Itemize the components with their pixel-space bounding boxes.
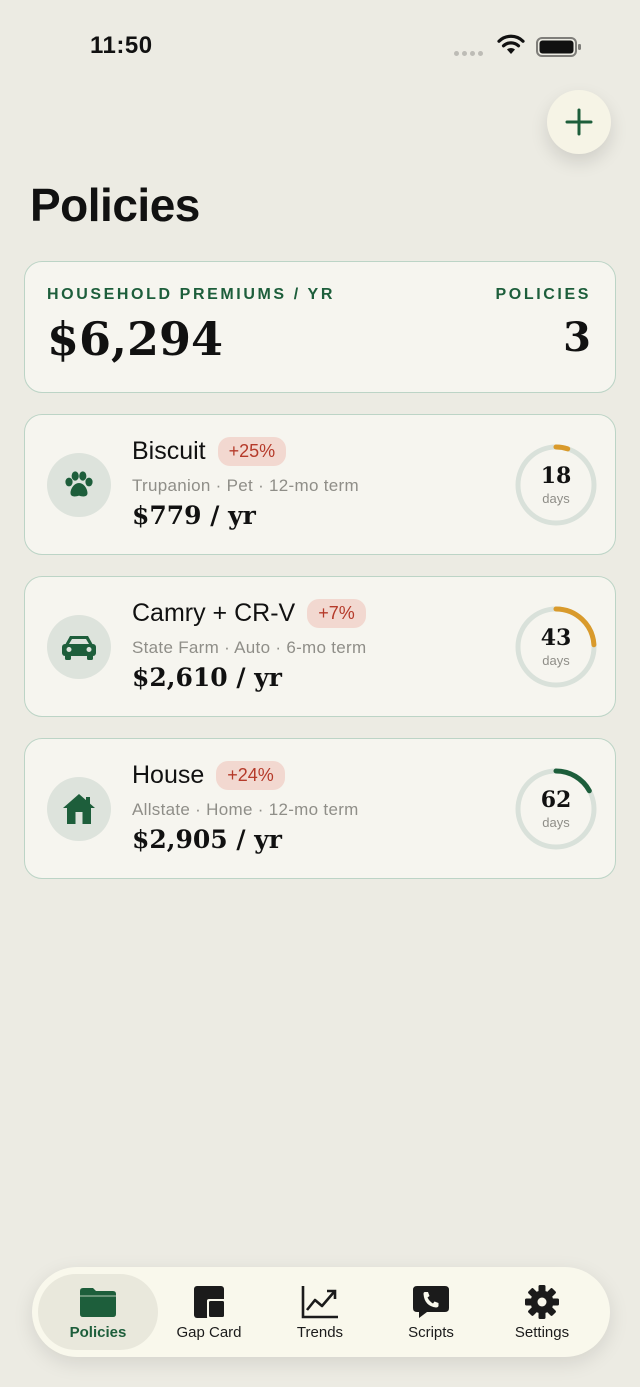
household-summary-card: HOUSEHOLD PREMIUMS / YR POLICIES $6,294 …: [24, 261, 616, 393]
policy-name: House: [132, 761, 205, 789]
policy-name-row: Camry + CR-V +7%: [132, 599, 366, 628]
policy-card-biscuit[interactable]: Biscuit +25% Trupanion · Pet · 12-mo ter…: [24, 414, 616, 555]
premium-change-badge: +25%: [217, 437, 287, 466]
car-icon: [62, 636, 96, 660]
tab-scripts[interactable]: Scripts: [371, 1274, 491, 1350]
cellular-signal-icon: [454, 51, 483, 56]
gear-icon: [525, 1285, 559, 1319]
policy-avatar: [47, 453, 111, 517]
tab-label: Settings: [514, 1324, 570, 1341]
premium-change-badge: +24%: [216, 761, 285, 790]
page-title: Policies: [30, 179, 200, 231]
cards-icon: [194, 1286, 226, 1319]
policies-count-label: POLICIES: [495, 286, 591, 303]
tab-label: Scripts: [408, 1324, 454, 1341]
paw-icon: [65, 471, 93, 497]
status-bar: 11:50: [0, 0, 640, 90]
renewal-days: 18: [540, 463, 572, 489]
policy-name: Biscuit: [132, 437, 206, 465]
policy-price: $2,905 / yr: [132, 825, 282, 854]
policy-name-row: Biscuit +25%: [132, 437, 287, 466]
status-time: 11:50: [90, 32, 153, 59]
tab-gap-card[interactable]: Gap Card: [149, 1274, 269, 1350]
policies-count: 3: [563, 314, 591, 361]
folder-icon: [80, 1288, 116, 1317]
policy-avatar: [47, 615, 111, 679]
tab-label: Trends: [296, 1324, 344, 1341]
tab-trends[interactable]: Trends: [260, 1274, 380, 1350]
phone-bubble-icon: [413, 1286, 449, 1318]
policy-meta: Trupanion · Pet · 12-mo term: [132, 476, 359, 495]
house-icon: [63, 794, 95, 824]
renewal-days-unit: days: [542, 491, 570, 506]
renewal-days: 43: [540, 625, 572, 651]
wifi-icon: [497, 34, 525, 54]
renewal-days-unit: days: [542, 653, 570, 668]
policy-price: $2,610 / yr: [132, 663, 282, 692]
tab-label: Gap Card: [176, 1324, 242, 1341]
tab-settings[interactable]: Settings: [482, 1274, 602, 1350]
renewal-days-unit: days: [542, 815, 570, 830]
tab-policies[interactable]: Policies: [38, 1274, 158, 1350]
renewal-days: 62: [540, 787, 572, 813]
tab-label: Policies: [69, 1324, 127, 1341]
policy-price: $779 / yr: [132, 501, 256, 530]
premiums-label: HOUSEHOLD PREMIUMS / YR: [47, 286, 335, 303]
tab-bar: Policies Gap Card Trends Scripts Setting…: [32, 1267, 610, 1357]
battery-icon: [536, 37, 581, 57]
policy-name-row: House +24%: [132, 761, 285, 790]
policy-meta: Allstate · Home · 12-mo term: [132, 800, 359, 819]
policy-card-house[interactable]: House +24% Allstate · Home · 12-mo term …: [24, 738, 616, 879]
trend-chart-icon: [301, 1286, 338, 1319]
add-policy-button[interactable]: [547, 90, 611, 154]
premium-change-badge: +7%: [307, 599, 366, 628]
policy-avatar: [47, 777, 111, 841]
policy-meta: State Farm · Auto · 6-mo term: [132, 638, 367, 657]
premiums-total: $6,294: [47, 312, 224, 366]
policy-name: Camry + CR-V: [132, 599, 296, 627]
policy-card-camry-crv[interactable]: Camry + CR-V +7% State Farm · Auto · 6-m…: [24, 576, 616, 717]
plus-icon: [565, 108, 593, 136]
